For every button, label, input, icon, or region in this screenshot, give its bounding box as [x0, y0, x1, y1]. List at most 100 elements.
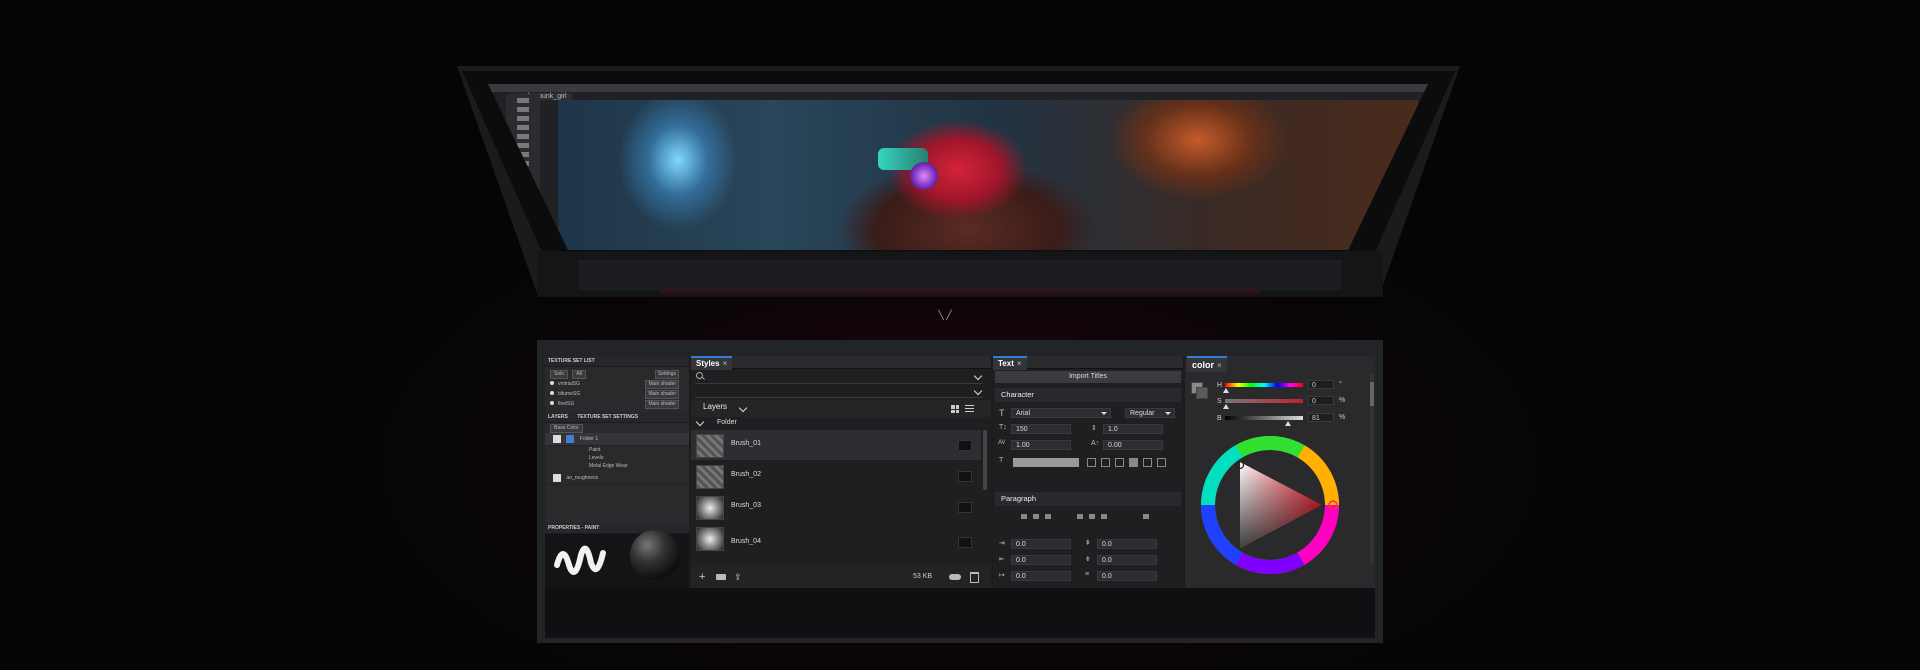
- layers-tab[interactable]: LAYERS: [548, 414, 568, 420]
- text-color-swatch[interactable]: [1013, 458, 1079, 467]
- shader-dropdown[interactable]: Main shader: [645, 380, 679, 389]
- layer-row[interactable]: Levels: [545, 454, 689, 462]
- grid-view-icon[interactable]: [951, 405, 959, 413]
- photo-editor-menubar[interactable]: [488, 84, 1428, 92]
- close-icon[interactable]: ×: [1217, 361, 1222, 370]
- texture-settings-tab[interactable]: TEXTURE SET SETTINGS: [577, 414, 638, 420]
- settings-dropdown[interactable]: Settings: [654, 370, 679, 379]
- brush-item[interactable]: Brush_03: [691, 492, 981, 522]
- brush-item[interactable]: Brush_01: [691, 430, 981, 460]
- solo-tab[interactable]: Solo: [550, 370, 569, 379]
- saturation-slider[interactable]: [1225, 399, 1303, 403]
- tool-icon[interactable]: [517, 125, 529, 130]
- grid-icon[interactable]: [1157, 458, 1166, 467]
- justify-left-icon[interactable]: [1077, 514, 1083, 519]
- line-spacing-input[interactable]: 0.0: [1097, 571, 1157, 581]
- color-wheel[interactable]: [1200, 435, 1340, 575]
- layer-row[interactable]: Paint: [545, 446, 689, 454]
- styles-filter-dropdown[interactable]: [695, 386, 983, 398]
- brush-item[interactable]: Brush_02: [691, 461, 981, 491]
- import-titles-button[interactable]: Import Titles: [995, 371, 1181, 383]
- space-after-input[interactable]: 0.0: [1097, 555, 1157, 565]
- align-left-icon[interactable]: [1021, 514, 1027, 519]
- trash-icon[interactable]: [970, 572, 979, 583]
- stroke-color-swatch[interactable]: [1129, 458, 1138, 467]
- list-view-icon[interactable]: [965, 405, 974, 413]
- layer-row[interactable]: Folder 1: [545, 433, 689, 446]
- font-style-select[interactable]: Regular: [1125, 408, 1175, 418]
- hue-slider-thumb[interactable]: [1223, 388, 1229, 393]
- first-line-indent-value: 0.0: [1016, 573, 1026, 580]
- font-family-select[interactable]: Arial: [1011, 408, 1111, 418]
- hue-slider[interactable]: [1225, 383, 1303, 387]
- brush-swatch[interactable]: [958, 502, 972, 513]
- font-size-input[interactable]: 150: [1011, 424, 1071, 434]
- align-right-icon[interactable]: [1045, 514, 1051, 519]
- eyedropper-icon[interactable]: [1087, 458, 1096, 467]
- saturation-input[interactable]: 0: [1308, 396, 1334, 405]
- folder-row[interactable]: Folder: [691, 417, 991, 429]
- saturation-slider-thumb[interactable]: [1223, 404, 1229, 409]
- layer-row[interactable]: ao_roughness: [545, 472, 689, 485]
- add-icon[interactable]: +: [699, 572, 705, 583]
- close-icon[interactable]: ×: [1017, 359, 1022, 368]
- tracking-input[interactable]: 1.00: [1011, 440, 1071, 450]
- visibility-icon[interactable]: [550, 381, 554, 385]
- grid-icon[interactable]: [1101, 458, 1110, 467]
- brush-swatch[interactable]: [958, 440, 972, 451]
- brush-swatch[interactable]: [958, 471, 972, 482]
- canvas-artwork[interactable]: [558, 100, 1418, 250]
- styles-tab[interactable]: Styles ×: [691, 356, 733, 370]
- tool-icon[interactable]: [517, 134, 529, 139]
- justify-center-icon[interactable]: [1089, 514, 1095, 519]
- brush-item[interactable]: Brush_04: [691, 523, 981, 551]
- texture-set-item[interactable]: bltumeSG Main shader: [545, 389, 689, 399]
- stroke-icon[interactable]: [1115, 458, 1124, 467]
- upload-icon[interactable]: ⇪: [734, 572, 742, 582]
- brightness-slider-thumb[interactable]: [1285, 421, 1291, 426]
- all-tab[interactable]: All: [572, 370, 586, 379]
- tool-icon[interactable]: [517, 98, 529, 103]
- channel-dropdown[interactable]: Base Color: [550, 424, 583, 433]
- color-tab[interactable]: color ×: [1187, 356, 1227, 372]
- texture-set-item[interactable]: vmtrialSG Main shader: [545, 379, 689, 389]
- text-tab[interactable]: Text ×: [993, 356, 1027, 370]
- indent-left-input[interactable]: 0.0: [1011, 539, 1071, 549]
- close-icon[interactable]: ×: [723, 359, 728, 368]
- color-panel-scrollbar[interactable]: [1370, 374, 1374, 564]
- eyedropper-icon[interactable]: [1143, 458, 1152, 467]
- brush-swatch[interactable]: [958, 537, 972, 548]
- baseline-input[interactable]: 0.00: [1103, 440, 1163, 450]
- align-center-icon[interactable]: [1033, 514, 1039, 519]
- folder-icon[interactable]: [716, 574, 726, 580]
- brush-list-scrollbar[interactable]: [983, 430, 987, 490]
- styles-search-input[interactable]: [695, 371, 983, 384]
- background-color-swatch[interactable]: [1196, 387, 1208, 399]
- space-before-input[interactable]: 0.0: [1097, 539, 1157, 549]
- shader-dropdown[interactable]: Main shader: [645, 390, 679, 399]
- color-wheel-graphic[interactable]: [1200, 435, 1340, 575]
- brightness-input[interactable]: 81: [1308, 413, 1334, 422]
- brightness-slider[interactable]: [1225, 416, 1303, 420]
- texture-set-name: finelSG: [558, 401, 575, 407]
- justify-all-icon[interactable]: [1143, 514, 1149, 519]
- cloud-icon[interactable]: [949, 574, 961, 580]
- hue-input[interactable]: 0: [1308, 380, 1334, 389]
- chevron-down-icon[interactable]: [973, 371, 983, 381]
- justify-right-icon[interactable]: [1101, 514, 1107, 519]
- visibility-icon[interactable]: [550, 391, 554, 395]
- tool-icon[interactable]: [517, 143, 529, 148]
- first-line-indent-input[interactable]: 0.0: [1011, 571, 1071, 581]
- indent-right-input[interactable]: 0.0: [1011, 555, 1071, 565]
- leading-input[interactable]: 1.0: [1103, 424, 1163, 434]
- texture-set-item[interactable]: finelSG Main shader: [545, 399, 689, 409]
- tool-icon[interactable]: [517, 107, 529, 112]
- chevron-down-icon[interactable]: [738, 403, 748, 413]
- visibility-icon[interactable]: [550, 401, 554, 405]
- layers-dropdown[interactable]: Layers: [703, 402, 727, 411]
- shader-dropdown[interactable]: Main shader: [645, 400, 679, 409]
- styles-footer: + ⇪ 53 KB: [691, 566, 991, 588]
- layer-row[interactable]: Metal Edge Wear: [545, 462, 689, 470]
- tool-icon[interactable]: [517, 116, 529, 121]
- chevron-down-icon[interactable]: [695, 417, 705, 427]
